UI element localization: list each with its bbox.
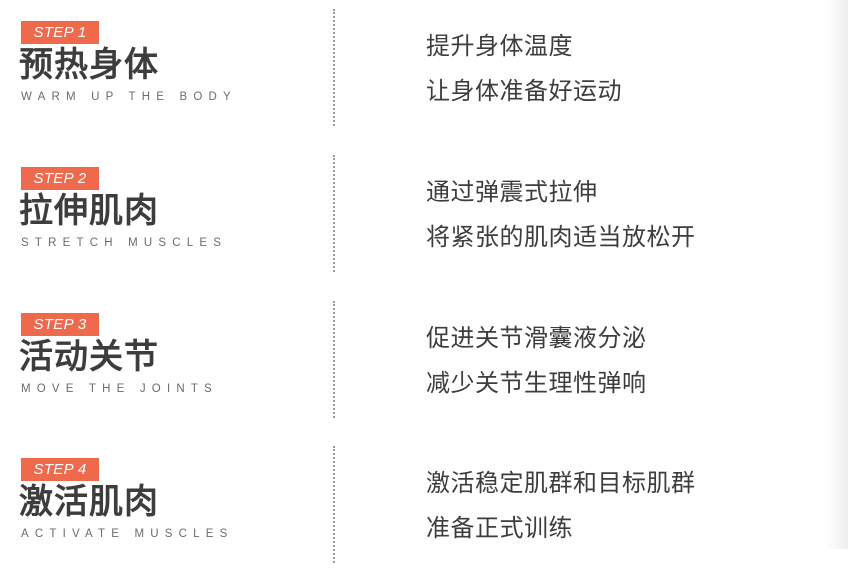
dotted-divider: [333, 155, 335, 272]
step-subtitle: WARM UP THE BODY: [21, 91, 237, 103]
step-description-line-1: 通过弹震式拉伸: [426, 178, 598, 206]
step-subtitle: MOVE THE JOINTS: [21, 383, 218, 395]
dotted-divider: [333, 301, 335, 418]
step-description-line-1: 提升身体温度: [426, 32, 573, 60]
step-badge: STEP 4: [21, 458, 99, 481]
step-badge: STEP 1: [21, 21, 99, 44]
step-badge: STEP 2: [21, 167, 99, 190]
step-description-line-1: 促进关节滑囊液分泌: [426, 324, 647, 352]
step-section-1: STEP 1 预热身体 WARM UP THE BODY 提升身体温度 让身体准…: [0, 9, 848, 139]
step-subtitle: ACTIVATE MUSCLES: [21, 528, 234, 540]
step-badge: STEP 3: [21, 313, 99, 336]
step-title: 活动关节: [19, 337, 159, 377]
step-section-2: STEP 2 拉伸肌肉 STRETCH MUSCLES 通过弹震式拉伸 将紧张的…: [0, 155, 848, 285]
step-title: 激活肌肉: [19, 482, 159, 522]
step-description-line-2: 让身体准备好运动: [426, 77, 622, 105]
step-section-4: STEP 4 激活肌肉 ACTIVATE MUSCLES 激活稳定肌群和目标肌群…: [0, 446, 848, 576]
step-subtitle: STRETCH MUSCLES: [21, 237, 228, 249]
step-title: 预热身体: [19, 45, 159, 85]
step-description-line-1: 激活稳定肌群和目标肌群: [426, 469, 696, 497]
step-description-line-2: 准备正式训练: [426, 514, 573, 542]
step-section-3: STEP 3 活动关节 MOVE THE JOINTS 促进关节滑囊液分泌 减少…: [0, 301, 848, 431]
step-title: 拉伸肌肉: [19, 191, 159, 231]
dotted-divider: [333, 9, 335, 126]
step-description-line-2: 减少关节生理性弹响: [426, 369, 647, 397]
dotted-divider: [333, 446, 335, 563]
step-description-line-2: 将紧张的肌肉适当放松开: [426, 223, 696, 251]
